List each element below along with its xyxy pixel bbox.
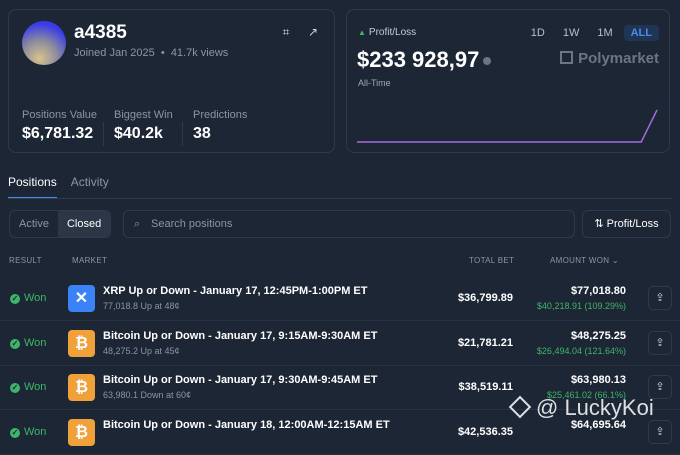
polymarket-brand: Polymarket [560,50,659,67]
stat-value: $40.2k [114,125,163,142]
result-text: Won [24,336,47,349]
segment-active[interactable]: Active [10,211,58,237]
header-result: RESULT [9,256,42,265]
stat-predictions: Predictions 38 [193,109,247,143]
market-title[interactable]: XRP Up or Down - January 17, 12:45PM-1:0… [103,285,367,297]
check-circle-icon: ✓ [10,294,20,304]
tabs: Positions Activity [8,175,109,199]
chevron-down-icon: ⌄ [611,256,619,265]
stat-label: Positions Value [22,109,98,121]
bitcoin-logo-icon: ₿ [68,374,95,401]
polymarket-logo-icon [560,51,574,64]
market-subtitle: 48,275.2 Up at 45¢ [103,345,180,356]
market-subtitle: 77,018.8 Up at 48¢ [103,301,180,311]
table-row[interactable]: ✓ Won ✕ XRP Up or Down - January 17, 12:45P… [0,277,680,321]
brand-name: Polymarket [578,50,659,67]
header-amount-won[interactable]: AMOUNT WON ⌄ [550,256,619,265]
check-circle-icon: ✓ [10,383,20,393]
pnl-period: All-Time [358,78,391,88]
share-icon: ⇪ [655,381,665,393]
divider [182,122,183,146]
info-icon[interactable] [483,57,492,66]
market-title[interactable]: Bitcoin Up or Down - January 17, 9:15AM-… [103,330,377,342]
status-segmented-control: Active Closed [9,210,112,238]
sort-label: Profit/Loss [606,218,659,230]
result-text: Won [24,292,47,304]
avatar [22,21,66,65]
sort-icon: ⇅ [594,218,607,230]
check-circle-icon: ✓ [10,427,20,438]
total-bet: $36,799.89 [457,292,513,304]
result-badge: ✓ Won [10,381,46,393]
scan-icon[interactable]: ⌗ [279,25,293,39]
total-bet: $21,781.21 [457,336,513,349]
search-icon: ⌕ [134,218,141,230]
stat-positions-value: Positions Value $6,781.32 [22,109,97,143]
result-badge: ✓ Won [10,292,46,304]
range-1d[interactable]: 1D [524,25,552,41]
bitcoin-logo-icon: ₿ [68,418,95,446]
profit-amount: $40,218.91 (109.29%) [536,301,626,311]
pnl-card: ▲ Profit/Loss $233 928,97 All-Time 1D 1W … [346,9,670,153]
result-badge: ✓ Won [10,337,46,349]
share-button[interactable]: ⇪ [648,286,672,310]
result-text: Won [24,381,47,393]
pnl-chart [357,109,658,143]
range-selector: 1D 1W 1M ALL [524,25,659,41]
bitcoin-logo-icon: ₿ [68,329,95,357]
share-button[interactable]: ⇪ [648,330,672,355]
watermark-text: @ LuckyKoi [536,395,654,420]
share-icon: ⇪ [655,292,665,304]
header-market: MARKET [72,256,108,265]
tab-divider [8,198,672,199]
joined-date: Joined Jan 2025 [74,47,155,59]
profit-amount: $26,494.04 (121.64%) [536,345,626,356]
market-title[interactable]: Bitcoin Up or Down - January 17, 9:30AM-… [103,374,377,386]
pnl-amount: $233 928,97 [357,47,480,72]
pnl-label: ▲ Profit/Loss [358,27,416,38]
header-amount-won-label: AMOUNT WON [550,256,610,265]
watermark-logo-icon [508,395,532,419]
header-total-bet[interactable]: TOTAL BET [469,256,514,265]
search-input[interactable]: ⌕ Search positions [123,210,575,238]
stat-value: $6,781.32 [22,125,94,142]
amount-won: $77,018.80 [570,285,626,297]
share-button[interactable]: ⇪ [648,419,672,444]
username: a4385 [74,22,127,43]
pnl-line [357,109,658,143]
share-icon: ⇪ [655,336,665,349]
watermark: @ LuckyKoi [508,395,654,421]
table-row[interactable]: ✓ Won ₿ Bitcoin Up or Down - January 17, 9:… [0,322,680,366]
pnl-label-text: Profit/Loss [368,27,417,38]
divider [103,122,104,146]
total-bet: $38,519.11 [458,381,513,393]
tab-positions[interactable]: Positions [8,175,57,199]
sort-button[interactable]: ⇅ Profit/Loss [582,210,671,238]
search-placeholder: Search positions [151,218,233,230]
tab-activity[interactable]: Activity [71,175,109,199]
profile-card: a4385 Joined Jan 2025 • 41.7k views ⌗ ↗ … [8,9,335,153]
segment-closed[interactable]: Closed [57,211,111,237]
up-triangle-icon: ▲ [358,28,366,37]
pnl-value: $233 928,97 [357,47,492,73]
external-link-icon[interactable]: ↗ [306,25,320,39]
xrp-logo-icon: ✕ [68,285,95,312]
stat-value: 38 [193,125,211,142]
stat-biggest-win: Biggest Win $40.2k [114,109,173,143]
amount-won: $63,980.13 [570,374,626,386]
profile-meta: Joined Jan 2025 • 41.7k views [74,47,229,59]
amount-won: $48,275.25 [570,329,626,342]
market-title[interactable]: Bitcoin Up or Down - January 18, 12:00AM… [103,419,390,431]
range-all[interactable]: ALL [623,25,659,41]
range-1m[interactable]: 1M [590,25,619,41]
market-subtitle: 63,980.1 Down at 60¢ [103,390,192,400]
check-circle-icon: ✓ [10,338,20,349]
stat-label: Predictions [193,109,248,121]
range-1w[interactable]: 1W [556,25,587,41]
stat-label: Biggest Win [114,109,173,121]
view-count: 41.7k views [170,47,229,59]
